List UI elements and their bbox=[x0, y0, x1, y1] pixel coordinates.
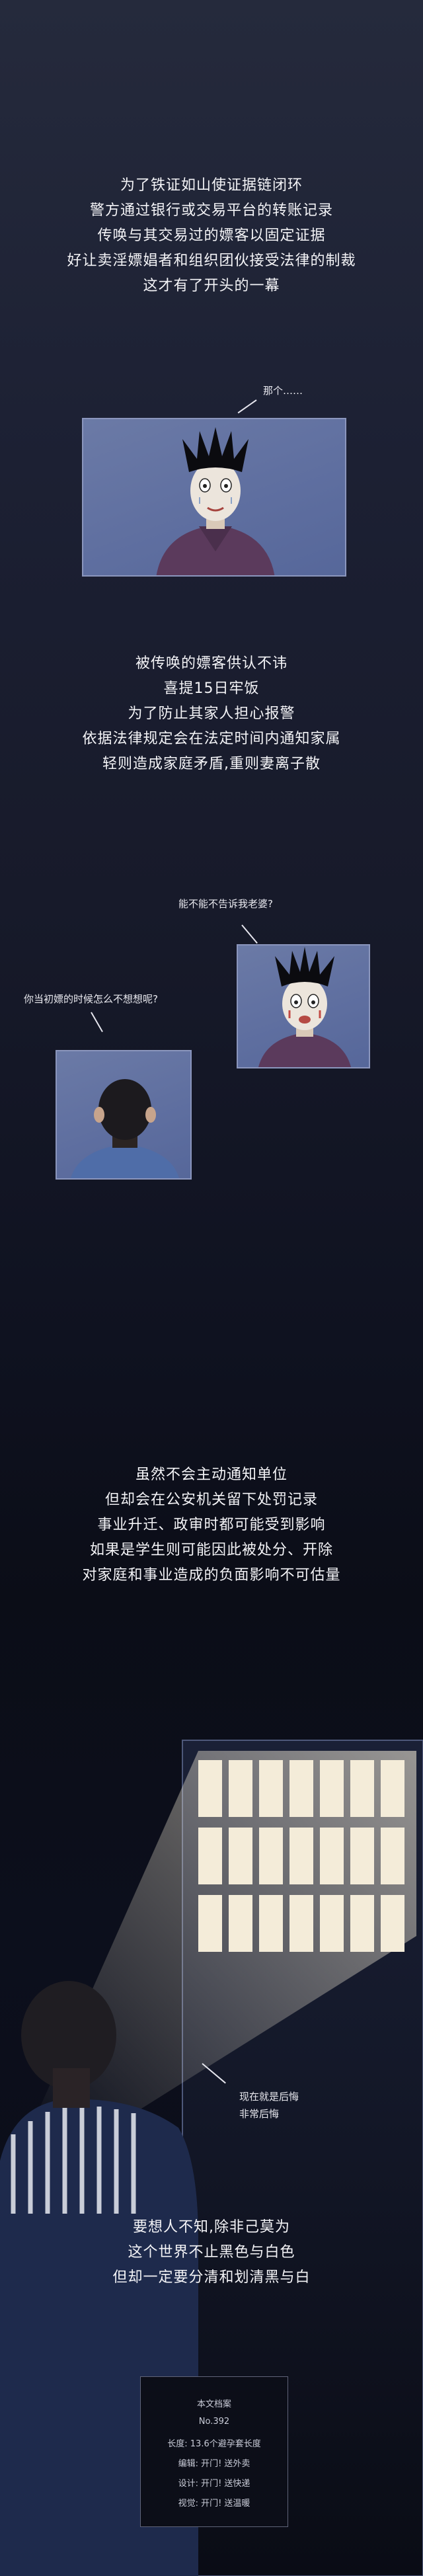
intro-text: 为了铁证如山使证据链闭环 警方通过银行或交易平台的转账记录 传唤与其交易过的嫖客… bbox=[0, 173, 423, 299]
illustration-panel-suspect-worried bbox=[237, 944, 370, 1068]
credits-design: 设计: 开门! 送快递 bbox=[178, 2479, 250, 2489]
text-line: 喜提15日牢饭 bbox=[163, 680, 260, 697]
text-line: 轻则造成家庭矛盾,重则妻离子散 bbox=[102, 756, 321, 772]
text-line: 但却一定要分清和划清黑与白 bbox=[112, 2269, 311, 2286]
summons-text: 被传唤的嫖客供认不讳 喜提15日牢饭 为了防止其家人担心报警 依据法律规定会在法… bbox=[0, 651, 423, 777]
credits-editor: 编辑: 开门! 送外卖 bbox=[178, 2459, 250, 2469]
speech-leader bbox=[241, 924, 258, 944]
text-line: 被传唤的嫖客供认不讳 bbox=[135, 655, 288, 672]
text-line: 这才有了开头的一幕 bbox=[143, 278, 280, 294]
credits-length: 长度: 13.6个避孕套长度 bbox=[167, 2439, 261, 2449]
text-line: 警方通过银行或交易平台的转账记录 bbox=[89, 202, 333, 219]
suspect-worried-illustration bbox=[258, 947, 351, 1067]
speech-text: 能不能不告诉我老婆? bbox=[178, 898, 273, 910]
text-line: 但却会在公安机关留下处罚记录 bbox=[104, 1492, 318, 1508]
text-line: 好让卖淫嫖娼者和组织团伙接受法律的制裁 bbox=[67, 253, 356, 269]
officer-illustration bbox=[71, 1079, 179, 1178]
speech-text: 那个…… bbox=[263, 385, 303, 397]
text-line: 要想人不知,除非己莫为 bbox=[133, 2219, 290, 2235]
text-line: 传唤与其交易过的嫖客以固定证据 bbox=[97, 227, 326, 244]
text-line: 对家庭和事业造成的负面影响不可估量 bbox=[82, 1567, 341, 1584]
speech-text: 现在就是后悔 bbox=[239, 2091, 299, 2103]
credits-number: No.392 bbox=[198, 2417, 230, 2427]
credits-card: 本文档案 No.392 长度: 13.6个避孕套长度 编辑: 开门! 送外卖 设… bbox=[140, 2376, 288, 2527]
speech-leader bbox=[91, 1012, 103, 1032]
text-line: 为了铁证如山使证据链闭环 bbox=[120, 177, 303, 194]
credits-title: 本文档案 bbox=[196, 2399, 231, 2409]
text-line: 依据法律规定会在法定时间内通知家属 bbox=[82, 731, 341, 747]
speech-text: 你当初嫖的时候怎么不想想呢? bbox=[24, 993, 158, 1005]
illustration-panel-officer bbox=[56, 1050, 192, 1180]
speech-leader bbox=[237, 399, 257, 414]
text-line: 这个世界不止黑色与白色 bbox=[128, 2244, 295, 2261]
closing-text: 要想人不知,除非己莫为 这个世界不止黑色与白色 但却一定要分清和划清黑与白 bbox=[0, 2215, 423, 2290]
consequence-text: 虽然不会主动通知单位 但却会在公安机关留下处罚记录 事业升迁、政审时都可能受到影… bbox=[0, 1463, 423, 1588]
text-line: 虽然不会主动通知单位 bbox=[135, 1467, 288, 1483]
illustration-panel-suspect bbox=[82, 418, 346, 577]
suspect-illustration bbox=[156, 427, 275, 575]
text-line: 事业升迁、政审时都可能受到影响 bbox=[97, 1517, 326, 1533]
text-line: 为了防止其家人担心报警 bbox=[128, 705, 295, 722]
text-line: 如果是学生则可能因此被处分、开除 bbox=[89, 1542, 333, 1558]
speech-text: 非常后悔 bbox=[239, 2108, 280, 2120]
credits-visual: 视觉: 开门! 送温暖 bbox=[178, 2499, 250, 2509]
